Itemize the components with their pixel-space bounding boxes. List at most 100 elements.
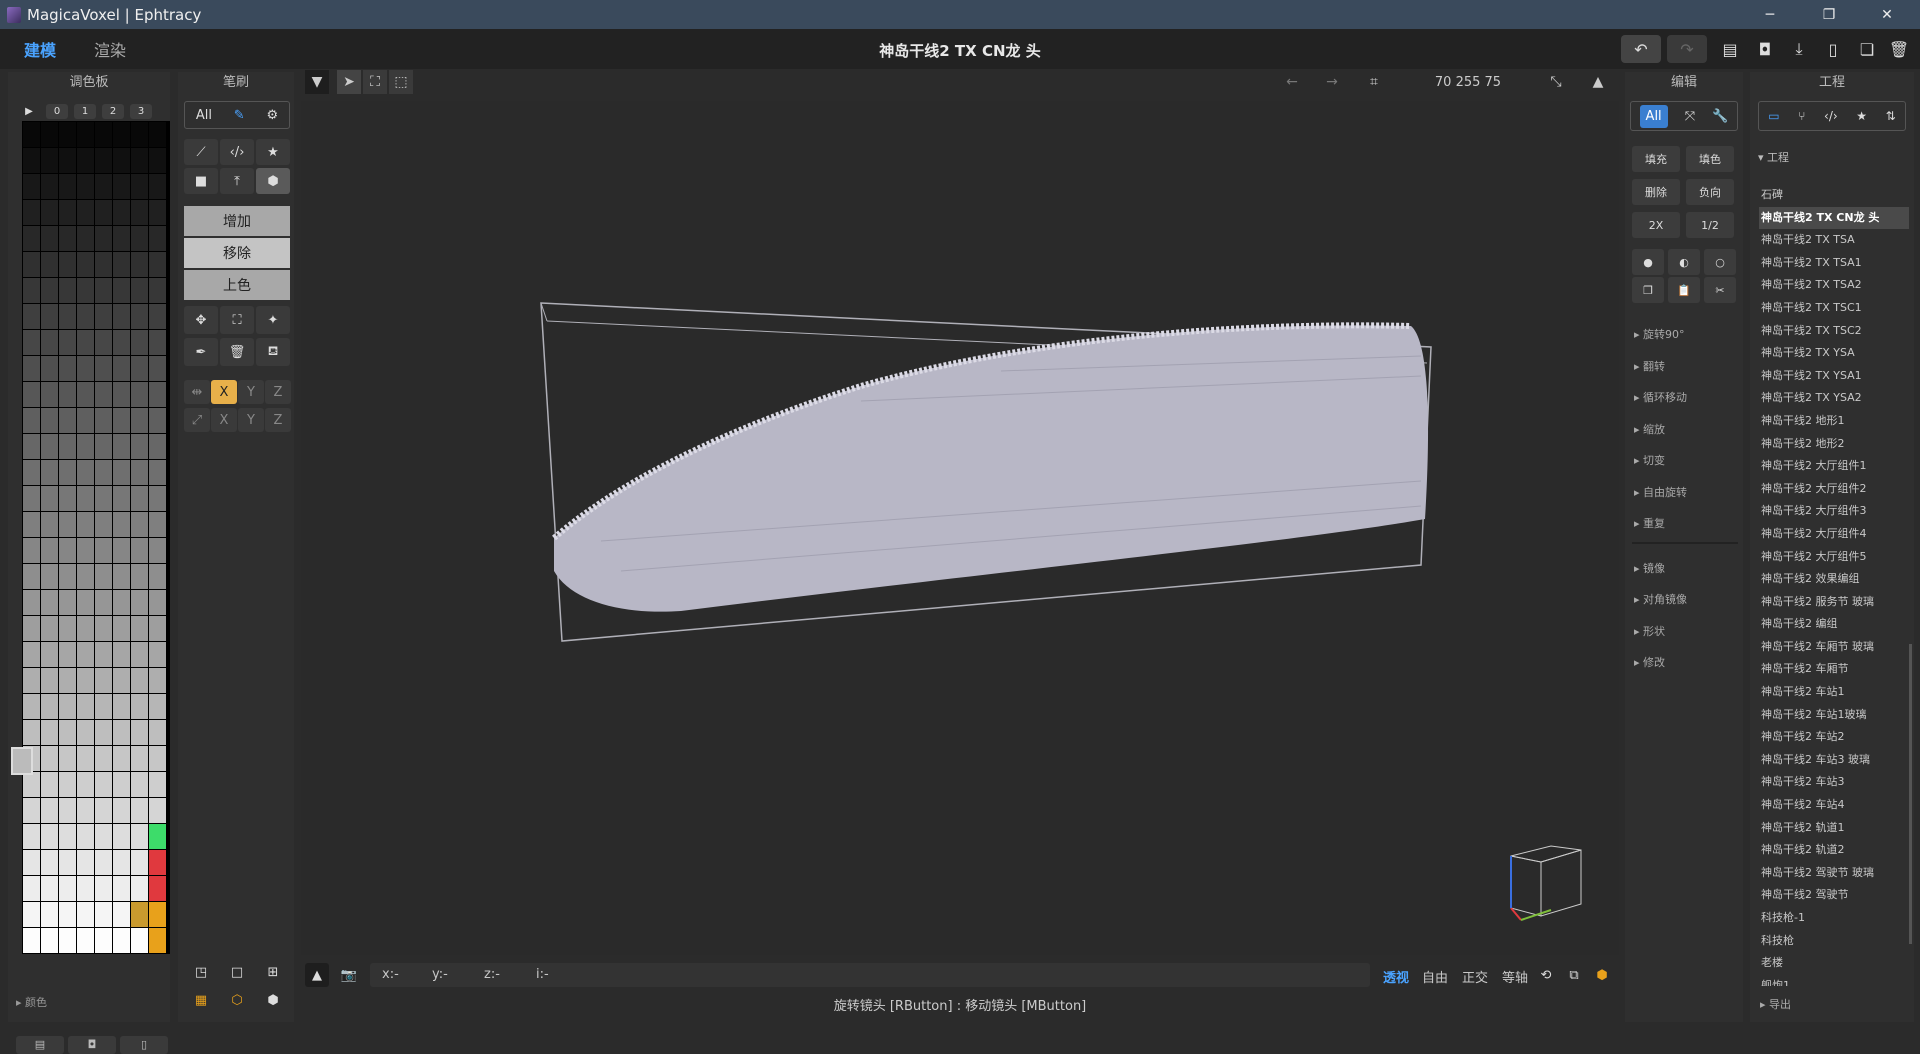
palette-swatch[interactable] [59, 122, 76, 147]
palette-swatch[interactable] [149, 252, 166, 277]
palette-swatch[interactable] [95, 304, 112, 329]
palette-swatch[interactable] [23, 278, 40, 303]
project-list-item[interactable]: 科技枪-1 [1759, 907, 1909, 930]
project-list-item[interactable]: 神岛干线2 TX CN龙 头 [1759, 206, 1909, 230]
palette-swatch[interactable] [77, 772, 94, 797]
prev-arrow-icon[interactable]: ← [1280, 70, 1304, 94]
palette-swatch[interactable] [95, 460, 112, 485]
palette-swatch[interactable] [131, 668, 148, 693]
palette-swatch[interactable] [131, 824, 148, 849]
layout-single-icon[interactable]: □ [224, 960, 250, 984]
palette-swatch[interactable] [41, 408, 58, 433]
project-list-item[interactable]: 神岛干线2 车站3 玻璃 [1759, 749, 1909, 772]
palette-swatch[interactable] [59, 304, 76, 329]
box-brush-icon[interactable]: ⬢ [256, 168, 290, 194]
project-list-item[interactable]: 神岛干线2 TX YSA1 [1759, 365, 1909, 388]
section-shear[interactable]: ▸ 切变 [1634, 452, 1665, 468]
axis-lock-y[interactable]: Y [238, 408, 264, 432]
palette-swatch[interactable] [131, 720, 148, 745]
code-brush-icon[interactable]: ‹/› [220, 139, 254, 165]
palette-swatch[interactable] [95, 564, 112, 589]
axis-scale-icon[interactable]: ⤢ [184, 408, 210, 432]
palette-swatch[interactable] [59, 616, 76, 641]
project-list-item[interactable]: 神岛干线2 编组 [1759, 613, 1909, 636]
palette-swatch[interactable] [23, 512, 40, 537]
palette-swatch[interactable] [23, 824, 40, 849]
palette-swatch[interactable] [149, 122, 166, 147]
project-list-item[interactable]: 神岛干线2 车厢节 [1759, 658, 1909, 681]
palette-swatch[interactable] [149, 824, 166, 849]
project-list-item[interactable]: 神岛干线2 效果编组 [1759, 568, 1909, 591]
palette-swatch[interactable] [113, 460, 130, 485]
palette-swatch[interactable] [131, 304, 148, 329]
project-list-item[interactable]: 神岛干线2 TX TSA [1759, 229, 1909, 252]
palette-swatch[interactable] [23, 850, 40, 875]
magic-wand-icon[interactable]: ✦ [256, 306, 290, 334]
palette-swatch[interactable] [23, 486, 40, 511]
palette-swatch[interactable] [23, 928, 40, 953]
palette-swatch[interactable] [95, 200, 112, 225]
project-list-item[interactable]: 神岛干线2 大厅组件3 [1759, 500, 1909, 523]
palette-swatch[interactable] [95, 278, 112, 303]
palette-open-icon[interactable]: ▤ [16, 1036, 64, 1054]
palette-swatch[interactable] [131, 356, 148, 381]
palette-swatch[interactable] [131, 278, 148, 303]
palette-swatch[interactable] [41, 382, 58, 407]
palette-swatch[interactable] [59, 252, 76, 277]
palette-swatch[interactable] [41, 304, 58, 329]
invert-button[interactable]: 负向 [1686, 179, 1734, 205]
project-list-item[interactable]: 神岛干线2 地形1 [1759, 410, 1909, 433]
palette-swatch[interactable] [149, 148, 166, 173]
palette-swatch[interactable] [41, 772, 58, 797]
palette-swatch[interactable] [23, 642, 40, 667]
axis-lock-x[interactable]: X [211, 408, 237, 432]
viewport-expand-icon[interactable]: ▲ [1586, 70, 1610, 94]
line-brush-icon[interactable]: ⟋ [184, 139, 218, 165]
palette-swatch[interactable] [77, 278, 94, 303]
palette-swatch[interactable] [77, 902, 94, 927]
palette-swatch[interactable] [131, 122, 148, 147]
palette-swatch[interactable] [77, 200, 94, 225]
palette-swatch[interactable] [149, 174, 166, 199]
palette-swatch[interactable] [95, 590, 112, 615]
delete-icon[interactable]: 🗑 [1879, 35, 1919, 63]
palette-swatch[interactable] [23, 668, 40, 693]
project-list-item[interactable]: 神岛干线2 TX YSA2 [1759, 387, 1909, 410]
palette-swatch[interactable] [149, 694, 166, 719]
palette-swatch[interactable] [59, 382, 76, 407]
section-scale[interactable]: ▸ 缩放 [1634, 421, 1665, 437]
undo-button[interactable]: ↶ [1621, 35, 1661, 63]
palette-swatch[interactable] [95, 694, 112, 719]
palette-swatch[interactable] [59, 798, 76, 823]
palette-swatch[interactable] [131, 486, 148, 511]
palette-swatch[interactable] [41, 694, 58, 719]
palette-swatch[interactable] [59, 902, 76, 927]
palette-swatch[interactable] [23, 564, 40, 589]
palette-swatch[interactable] [41, 850, 58, 875]
paste-icon[interactable]: 📋 [1668, 277, 1700, 303]
project-list-item[interactable]: 神岛干线2 车站2 [1759, 726, 1909, 749]
palette-swatch[interactable] [23, 226, 40, 251]
pointer-icon[interactable]: ➤ [337, 70, 361, 94]
palette-swatch[interactable] [41, 200, 58, 225]
palette-swatch[interactable] [131, 252, 148, 277]
palette-swatch[interactable] [41, 642, 58, 667]
next-arrow-icon[interactable]: → [1320, 70, 1344, 94]
palette-swatch[interactable] [149, 434, 166, 459]
palette-swatch[interactable] [131, 538, 148, 563]
palette-swatch[interactable] [131, 616, 148, 641]
brush-filter-all[interactable]: All [196, 108, 212, 123]
palette-swatch[interactable] [23, 694, 40, 719]
palette-swatch[interactable] [95, 798, 112, 823]
palette-swatch[interactable] [41, 486, 58, 511]
palette-swatch[interactable] [95, 668, 112, 693]
palette-swatch[interactable] [149, 304, 166, 329]
palette-swatch[interactable] [59, 408, 76, 433]
palette-swatch[interactable] [59, 486, 76, 511]
palette-swatch[interactable] [113, 694, 130, 719]
axis-lock-z[interactable]: Z [265, 408, 291, 432]
palette-swatch[interactable] [95, 746, 112, 771]
palette-swatch[interactable] [77, 122, 94, 147]
palette-swatch[interactable] [95, 382, 112, 407]
palette-swatch[interactable] [149, 226, 166, 251]
